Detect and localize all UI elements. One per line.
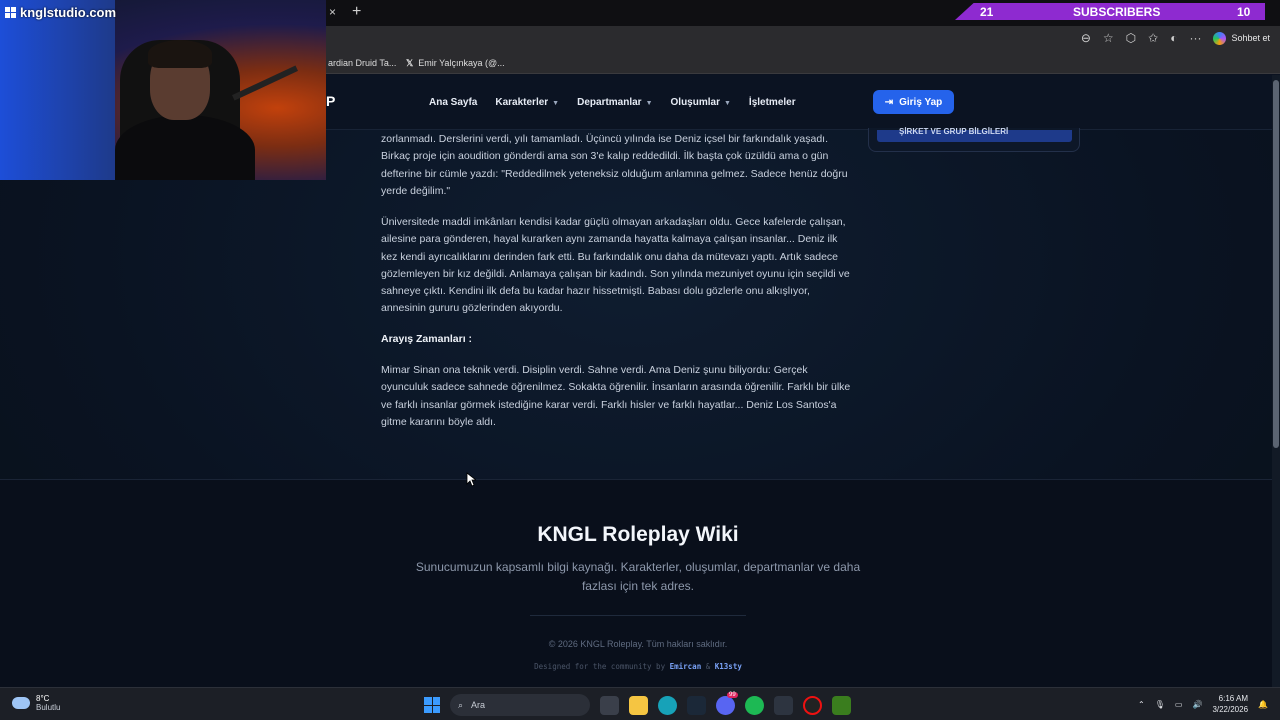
bookmark-label: Emir Yalçınkaya (@... [418,58,505,68]
article-paragraph: zorlanmadı. Derslerini verdi, yılı tamam… [381,131,853,200]
subs-label: SUBSCRIBERS [1073,5,1161,19]
app-icon[interactable] [832,695,851,715]
nav-item-characters[interactable]: Karakterler ▼ [495,97,559,108]
nav-item-organizations[interactable]: Oluşumlar ▼ [671,97,731,108]
x-logo-icon: 𝕏 [406,58,414,68]
chat-label: Sohbet et [1231,33,1270,43]
credit-prefix: Designed for the community by [534,662,666,671]
start-menu-icon[interactable] [424,697,440,713]
discord-icon[interactable]: 99 [716,691,738,715]
file-explorer-icon[interactable] [629,695,648,715]
credit-author-link[interactable]: Emircan [670,662,702,671]
footer-copyright: © 2026 KNGL Roleplay. Tüm hakları saklıd… [548,639,728,649]
chevron-down-icon: ▼ [723,100,731,107]
paragraph-text: Üniversitede maddi imkânları kendisi kad… [381,216,850,315]
nav-item-home[interactable]: Ana Sayfa [429,97,477,108]
weather-temp: 8°C [36,694,50,703]
webcam-overlay: knglstudio.com [0,0,326,180]
bookmark-item[interactable]: 𝕏 Emir Yalçınkaya (@... [406,58,505,69]
nav-menu: Ana Sayfa Karakterler ▼ Departmanlar ▼ Olu… [429,97,796,108]
search-icon: ⌕ [458,699,464,710]
bookmark-label: ardian Druid Ta... [328,58,397,68]
article-paragraph: Mimar Sinan ona teknik verdi. Disiplin v… [381,362,853,431]
scrollbar-thumb[interactable] [1273,80,1279,448]
bookmark-item[interactable]: ardian Druid Ta... [328,58,396,68]
cam-person-body [115,115,255,180]
notification-badge: 99 [727,691,738,698]
network-icon[interactable]: ▭ [1175,700,1183,709]
tab-close-icon[interactable]: × [329,5,336,19]
microphone-icon[interactable]: 🎙 [1155,700,1165,709]
task-view-icon[interactable] [600,695,619,715]
copilot-chat-button[interactable]: Sohbet et [1213,31,1270,45]
mouse-cursor-icon [466,472,476,487]
nav-item-businesses[interactable]: İşletmeler [749,97,796,108]
tracking-icon[interactable]: ⊖ [1081,31,1091,45]
nav-label: Karakterler [495,97,549,108]
nav-item-departments[interactable]: Departmanlar ▼ [577,97,652,108]
new-tab-icon[interactable]: + [352,3,361,21]
footer-title: KNGL Roleplay Wiki [537,523,739,546]
favorites-icon[interactable]: ✩ [1148,31,1158,45]
chevron-down-icon: ▼ [645,100,653,107]
cloud-icon [12,697,30,709]
copilot-icon [1213,31,1227,45]
sidebar-company-button[interactable]: ŞİRKET VE GRUP BİLGİLERİ [877,127,1072,142]
profile-icon[interactable]: ◐ [1170,31,1177,45]
recording-app-icon[interactable] [803,695,822,715]
credit-ampersand: & [705,662,711,671]
weather-desc: Bulutlu [36,703,61,712]
system-tray: ⌃ 🎙 ▭ 🔊 6:16 AM 3/22/2026 🔔 [1138,693,1268,715]
footer-divider [530,615,746,616]
nav-label: Departmanlar [577,97,642,108]
edge-browser-icon[interactable] [658,695,677,715]
credit-author-link[interactable]: K13sty [715,662,742,671]
cam-mic-arm [232,65,298,101]
site-logo[interactable]: P [326,93,335,109]
windows-logo-icon [5,7,16,18]
chevron-up-icon[interactable]: ⌃ [1138,700,1145,709]
volume-icon[interactable]: 🔊 [1192,700,1202,709]
nav-label: Oluşumlar [670,97,720,108]
paragraph-text: zorlanmadı. Derslerini verdi, yılı tamam… [381,133,848,197]
notification-bell-icon[interactable]: 🔔 [1258,700,1268,709]
sidebar-company-label: ŞİRKET VE GRUP BİLGİLERİ [899,127,1009,136]
spotify-icon[interactable] [745,695,764,715]
cam-person-hair [148,40,212,68]
clock[interactable]: 6:16 AM 3/22/2026 [1212,693,1248,715]
login-button[interactable]: ⇥ Giriş Yap [873,90,954,114]
nav-label: İşletmeler [748,97,796,108]
more-icon[interactable]: ··· [1189,31,1201,45]
nav-label: Ana Sayfa [429,97,478,108]
subs-right-count: 10 [1237,5,1251,19]
login-label: Giriş Yap [899,96,943,108]
clock-time: 6:16 AM [1218,694,1249,703]
channel-name: knglstudio.com [20,5,117,20]
section-heading: Arayış Zamanları : [381,333,473,345]
extensions-icon[interactable]: ⬡ [1126,31,1136,45]
channel-watermark: knglstudio.com [5,5,116,20]
clock-date: 3/22/2026 [1212,705,1249,714]
steam-icon[interactable] [687,695,706,715]
weather-widget[interactable]: 8°C Bulutlu [12,694,60,712]
subs-left-count: 21 [980,5,994,19]
login-icon: ⇥ [884,96,894,108]
subscriber-counter: 21 SUBSCRIBERS 10 [955,3,1265,20]
footer-credit: Designed for the community by Emircan & … [0,662,1276,671]
taskbar-apps: ⌕ Ara 99 [424,691,851,716]
footer-description: Sunucumuzun kapsamlı bilgi kaynağı. Kara… [415,560,861,593]
cam-background-window [0,0,115,180]
search-placeholder: Ara [471,700,486,710]
article-paragraph: Üniversitede maddi imkânları kendisi kad… [381,214,853,318]
chevron-down-icon: ▼ [552,100,560,107]
paragraph-text: Mimar Sinan ona teknik verdi. Disiplin v… [381,364,851,428]
taskbar-search[interactable]: ⌕ Ara [450,694,590,716]
terminal-icon[interactable] [774,695,793,715]
favorite-star-icon[interactable]: ☆ [1103,31,1114,45]
